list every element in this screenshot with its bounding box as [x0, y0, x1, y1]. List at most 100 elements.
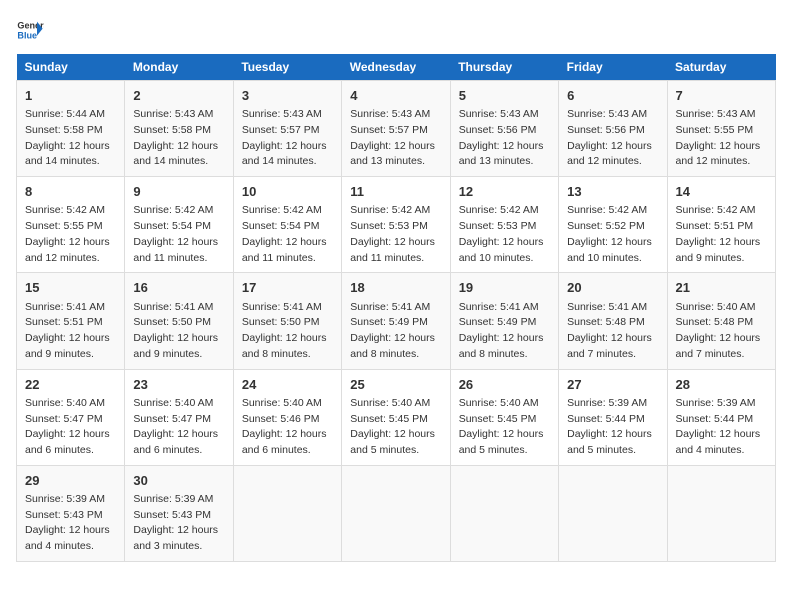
- weekday-header-tuesday: Tuesday: [233, 54, 341, 81]
- sunset-text: Sunset: 5:56 PM: [567, 124, 645, 136]
- calendar-cell: 16Sunrise: 5:41 AMSunset: 5:50 PMDayligh…: [125, 273, 233, 369]
- sunset-text: Sunset: 5:51 PM: [676, 220, 754, 232]
- sunrise-text: Sunrise: 5:42 AM: [25, 204, 105, 216]
- sunrise-text: Sunrise: 5:40 AM: [242, 397, 322, 409]
- daylight-text: Daylight: 12 hours and 12 minutes.: [676, 140, 761, 168]
- page-header: General Blue: [16, 16, 776, 44]
- daylight-text: Daylight: 12 hours and 6 minutes.: [242, 428, 327, 456]
- day-number: 6: [567, 87, 658, 105]
- sunset-text: Sunset: 5:48 PM: [676, 316, 754, 328]
- calendar-table: SundayMondayTuesdayWednesdayThursdayFrid…: [16, 54, 776, 562]
- day-number: 11: [350, 183, 441, 201]
- sunrise-text: Sunrise: 5:41 AM: [242, 301, 322, 313]
- day-number: 7: [676, 87, 767, 105]
- daylight-text: Daylight: 12 hours and 3 minutes.: [133, 524, 218, 552]
- day-number: 29: [25, 472, 116, 490]
- daylight-text: Daylight: 12 hours and 14 minutes.: [25, 140, 110, 168]
- calendar-cell: [342, 465, 450, 561]
- day-number: 14: [676, 183, 767, 201]
- sunrise-text: Sunrise: 5:39 AM: [567, 397, 647, 409]
- daylight-text: Daylight: 12 hours and 9 minutes.: [676, 236, 761, 264]
- day-number: 26: [459, 376, 550, 394]
- daylight-text: Daylight: 12 hours and 13 minutes.: [350, 140, 435, 168]
- sunset-text: Sunset: 5:53 PM: [459, 220, 537, 232]
- sunrise-text: Sunrise: 5:42 AM: [676, 204, 756, 216]
- calendar-cell: 28Sunrise: 5:39 AMSunset: 5:44 PMDayligh…: [667, 369, 775, 465]
- daylight-text: Daylight: 12 hours and 9 minutes.: [25, 332, 110, 360]
- day-number: 5: [459, 87, 550, 105]
- sunset-text: Sunset: 5:55 PM: [676, 124, 754, 136]
- calendar-cell: 11Sunrise: 5:42 AMSunset: 5:53 PMDayligh…: [342, 177, 450, 273]
- calendar-cell: 9 Sunrise: 5:42 AM Sunset: 5:54 PM Daylight…: [125, 177, 233, 273]
- sunrise-text: Sunrise: 5:43 AM: [133, 108, 213, 120]
- sunset-text: Sunset: 5:43 PM: [133, 509, 211, 521]
- sunrise-text: Sunrise: 5:43 AM: [459, 108, 539, 120]
- sunset-text: Sunset: 5:58 PM: [25, 124, 103, 136]
- daylight-text: Daylight: 12 hours and 8 minutes.: [242, 332, 327, 360]
- day-number: 20: [567, 279, 658, 297]
- weekday-header-wednesday: Wednesday: [342, 54, 450, 81]
- daylight-text: Daylight: 12 hours and 5 minutes.: [459, 428, 544, 456]
- calendar-cell: 14 Sunrise: 5:42 AM Sunset: 5:51 PM Dayligh…: [667, 177, 775, 273]
- sunset-text: Sunset: 5:57 PM: [350, 124, 428, 136]
- sunset-text: Sunset: 5:45 PM: [350, 413, 428, 425]
- sunrise-text: Sunrise: 5:40 AM: [676, 301, 756, 313]
- day-number: 27: [567, 376, 658, 394]
- calendar-cell: 15Sunrise: 5:41 AMSunset: 5:51 PMDayligh…: [17, 273, 125, 369]
- weekday-header-sunday: Sunday: [17, 54, 125, 81]
- sunrise-text: Sunrise: 5:41 AM: [567, 301, 647, 313]
- daylight-text: Daylight: 12 hours and 14 minutes.: [242, 140, 327, 168]
- weekday-header-row: SundayMondayTuesdayWednesdayThursdayFrid…: [17, 54, 776, 81]
- daylight-text: Daylight: 12 hours and 6 minutes.: [133, 428, 218, 456]
- sunrise-text: Sunrise: 5:39 AM: [676, 397, 756, 409]
- logo: General Blue: [16, 16, 44, 44]
- day-number: 3: [242, 87, 333, 105]
- day-number: 28: [676, 376, 767, 394]
- sunset-text: Sunset: 5:55 PM: [25, 220, 103, 232]
- daylight-text: Daylight: 12 hours and 7 minutes.: [676, 332, 761, 360]
- day-number: 30: [133, 472, 224, 490]
- calendar-cell: 2Sunrise: 5:43 AMSunset: 5:58 PMDaylight…: [125, 81, 233, 177]
- daylight-text: Daylight: 12 hours and 10 minutes.: [567, 236, 652, 264]
- sunset-text: Sunset: 5:49 PM: [459, 316, 537, 328]
- daylight-text: Daylight: 12 hours and 8 minutes.: [350, 332, 435, 360]
- sunset-text: Sunset: 5:54 PM: [133, 220, 211, 232]
- daylight-text: Daylight: 12 hours and 11 minutes.: [350, 236, 435, 264]
- sunset-text: Sunset: 5:44 PM: [567, 413, 645, 425]
- daylight-text: Daylight: 12 hours and 11 minutes.: [242, 236, 327, 264]
- daylight-text: Daylight: 12 hours and 6 minutes.: [25, 428, 110, 456]
- sunset-text: Sunset: 5:44 PM: [676, 413, 754, 425]
- sunset-text: Sunset: 5:50 PM: [242, 316, 320, 328]
- sunset-text: Sunset: 5:57 PM: [242, 124, 320, 136]
- calendar-cell: [450, 465, 558, 561]
- day-number: 22: [25, 376, 116, 394]
- day-number: 9: [133, 183, 224, 201]
- sunset-text: Sunset: 5:45 PM: [459, 413, 537, 425]
- sunset-text: Sunset: 5:47 PM: [25, 413, 103, 425]
- daylight-text: Daylight: 12 hours and 8 minutes.: [459, 332, 544, 360]
- sunrise-text: Sunrise: 5:40 AM: [459, 397, 539, 409]
- day-number: 17: [242, 279, 333, 297]
- sunrise-text: Sunrise: 5:40 AM: [133, 397, 213, 409]
- sunrise-text: Sunrise: 5:40 AM: [350, 397, 430, 409]
- sunrise-text: Sunrise: 5:41 AM: [25, 301, 105, 313]
- calendar-cell: 18Sunrise: 5:41 AMSunset: 5:49 PMDayligh…: [342, 273, 450, 369]
- daylight-text: Daylight: 12 hours and 11 minutes.: [133, 236, 218, 264]
- sunrise-text: Sunrise: 5:41 AM: [133, 301, 213, 313]
- sunrise-text: Sunrise: 5:40 AM: [25, 397, 105, 409]
- daylight-text: Daylight: 12 hours and 13 minutes.: [459, 140, 544, 168]
- week-row-5: 29Sunrise: 5:39 AMSunset: 5:43 PMDayligh…: [17, 465, 776, 561]
- day-number: 1: [25, 87, 116, 105]
- sunset-text: Sunset: 5:43 PM: [25, 509, 103, 521]
- calendar-cell: 3Sunrise: 5:43 AMSunset: 5:57 PMDaylight…: [233, 81, 341, 177]
- calendar-cell: 21Sunrise: 5:40 AMSunset: 5:48 PMDayligh…: [667, 273, 775, 369]
- sunrise-text: Sunrise: 5:42 AM: [567, 204, 647, 216]
- calendar-cell: 17 Sunrise: 5:41 AM Sunset: 5:50 PM Dayligh…: [233, 273, 341, 369]
- day-number: 19: [459, 279, 550, 297]
- sunrise-text: Sunrise: 5:42 AM: [133, 204, 213, 216]
- calendar-cell: 7Sunrise: 5:43 AMSunset: 5:55 PMDaylight…: [667, 81, 775, 177]
- sunrise-text: Sunrise: 5:42 AM: [459, 204, 539, 216]
- calendar-cell: 12Sunrise: 5:42 AMSunset: 5:53 PMDayligh…: [450, 177, 558, 273]
- week-row-3: 15Sunrise: 5:41 AMSunset: 5:51 PMDayligh…: [17, 273, 776, 369]
- sunset-text: Sunset: 5:56 PM: [459, 124, 537, 136]
